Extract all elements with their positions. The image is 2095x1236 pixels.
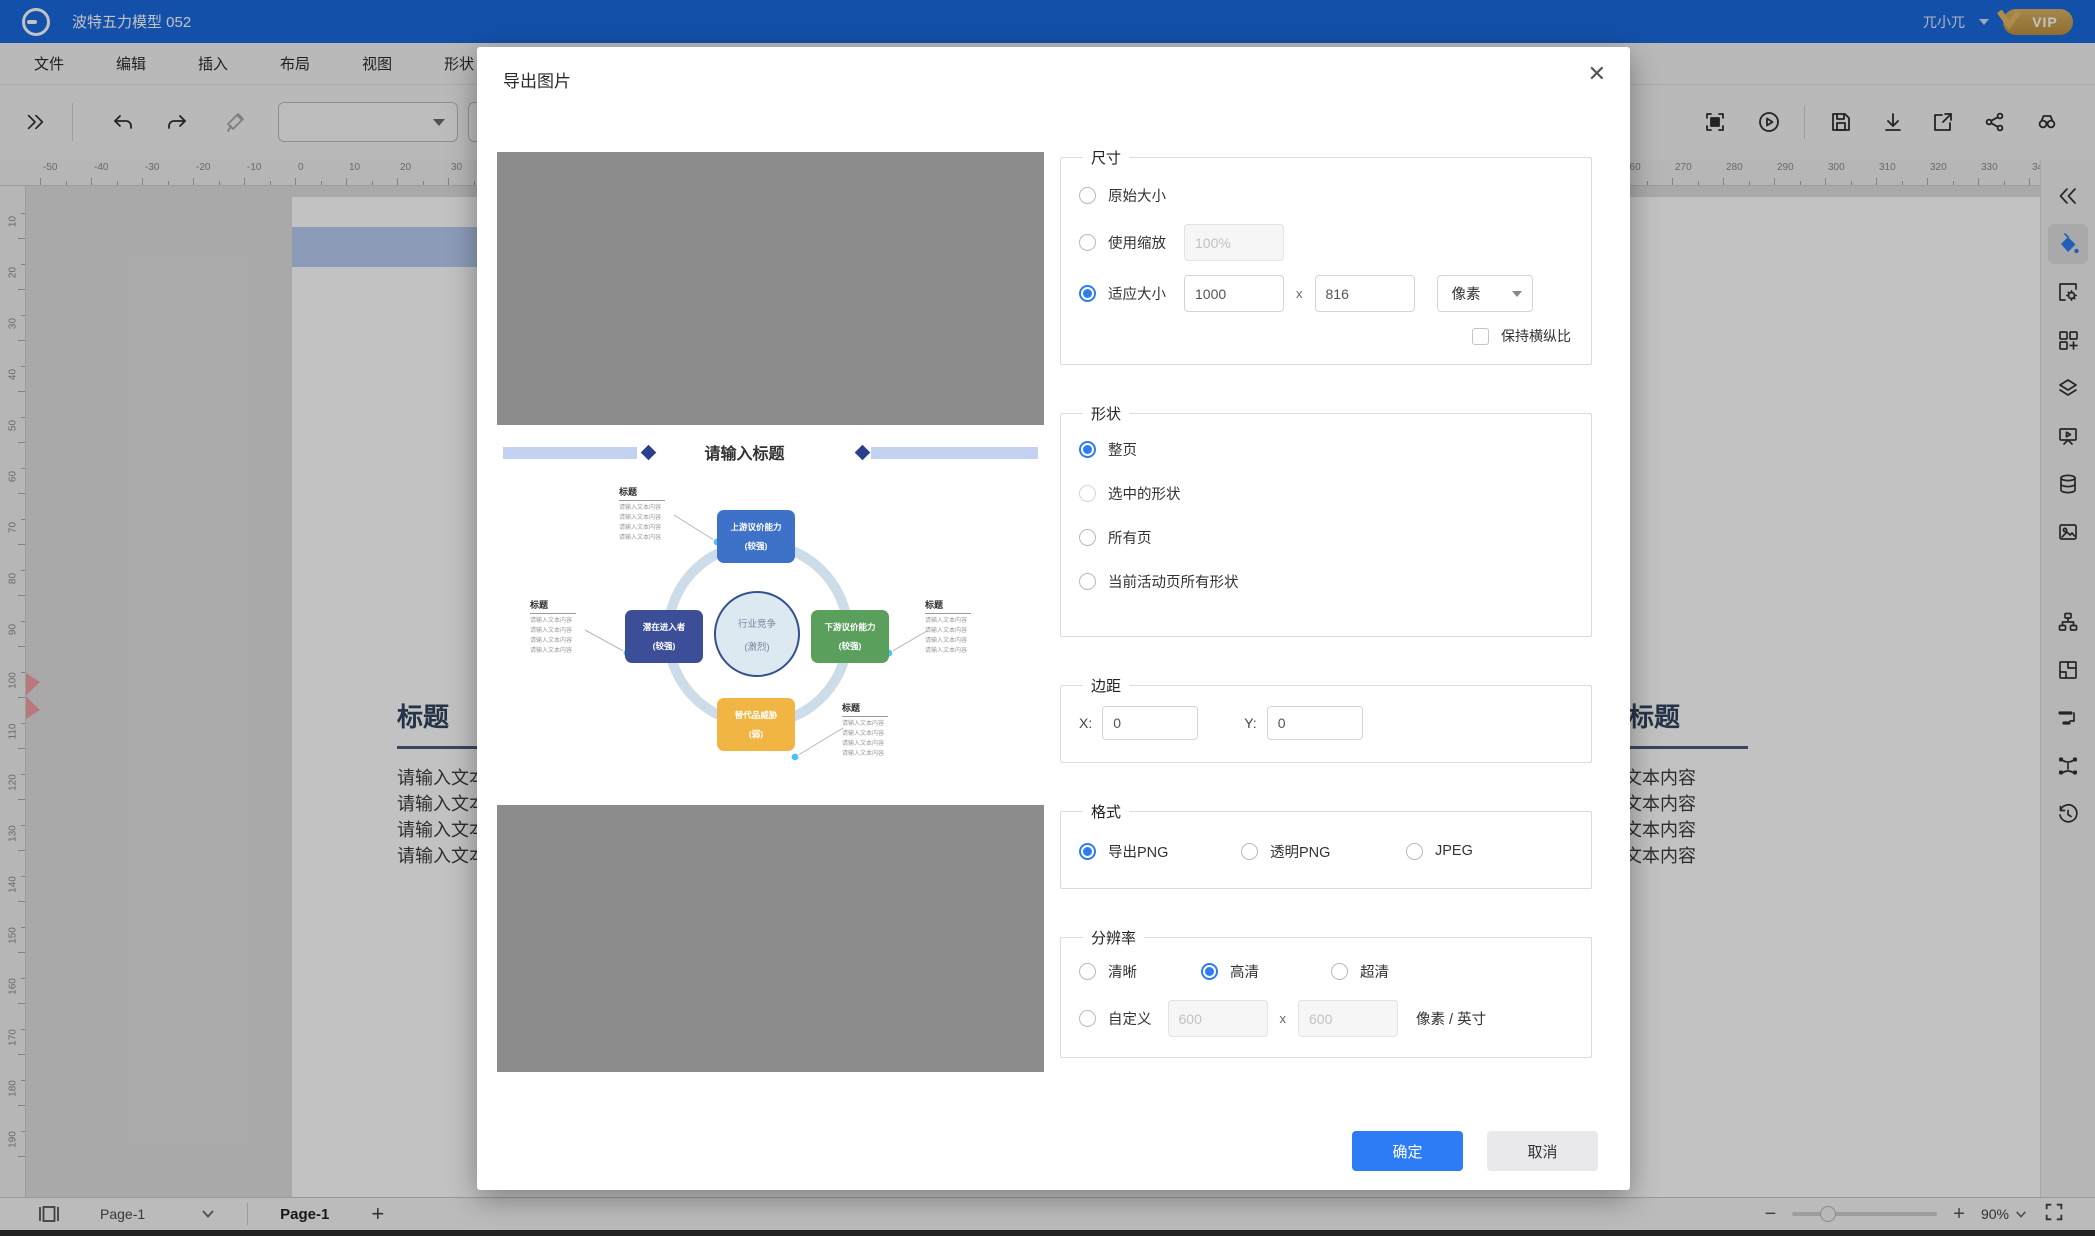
radio-all-shapes-active-page-label: 当前活动页所有形状 <box>1108 571 1239 592</box>
placeholder-text-line: 请输入文本内容 <box>619 524 679 534</box>
radio-fit-size-label: 适应大小 <box>1108 283 1166 304</box>
radio-jpeg-label: JPEG <box>1435 843 1473 859</box>
export-image-dialog: 导出图片 ✕ 请输入标题 <box>477 47 1630 1190</box>
margin-fieldset: 边距 X: Y: <box>1060 675 1592 763</box>
ok-button[interactable]: 确定 <box>1352 1131 1463 1171</box>
size-legend: 尺寸 <box>1083 147 1129 168</box>
width-input[interactable] <box>1184 275 1284 312</box>
placeholder-text-line: 请输入文本内容 <box>619 504 679 514</box>
preview-box-left: 潜在进入者(较强) <box>625 610 703 663</box>
radio-custom-resolution[interactable] <box>1079 1010 1096 1027</box>
radio-all-shapes-active-page[interactable] <box>1079 573 1096 590</box>
radio-selected-shapes[interactable] <box>1079 485 1096 502</box>
app-window: 波特五力模型 052 兀小兀 VIP 文件 编辑 插入 布局 视图 形状 <box>0 0 2095 1236</box>
dialog-title: 导出图片 <box>503 67 571 92</box>
radio-clear[interactable] <box>1079 963 1096 980</box>
radio-uhd[interactable] <box>1331 963 1348 980</box>
radio-use-scale-label: 使用缩放 <box>1108 232 1166 253</box>
placeholder-text-line: 请输入文本内容 <box>925 617 985 627</box>
radio-clear-label: 清晰 <box>1108 961 1137 982</box>
close-icon[interactable]: ✕ <box>1588 63 1606 85</box>
placeholder-text-line: 请输入文本内容 <box>530 647 590 657</box>
shape-fieldset: 形状 整页 选中的形状 所有页 当前活动页所有形状 <box>1060 403 1592 637</box>
custom-dpi-h-input[interactable] <box>1298 1000 1398 1037</box>
placeholder-text-line: 请输入文本内容 <box>842 750 902 760</box>
placeholder-text-line: 请输入文本内容 <box>530 637 590 647</box>
format-legend: 格式 <box>1083 801 1129 822</box>
placeholder-text-line: 请输入文本内容 <box>925 637 985 647</box>
unit-select[interactable]: 像素 <box>1437 275 1533 312</box>
margin-y-input[interactable] <box>1267 706 1363 740</box>
margin-x-label: X: <box>1079 715 1092 731</box>
preview-side-label: 标题 请输入文本内容请输入文本内容请输入文本内容请输入文本内容 <box>619 485 679 544</box>
placeholder-text-line: 请输入文本内容 <box>530 617 590 627</box>
radio-transparent-png[interactable] <box>1241 843 1258 860</box>
radio-uhd-label: 超清 <box>1360 961 1389 982</box>
radio-fit-size[interactable] <box>1079 285 1096 302</box>
radio-hd[interactable] <box>1201 963 1218 980</box>
size-fieldset: 尺寸 原始大小 使用缩放 适应大小 x 像素 <box>1060 147 1592 365</box>
placeholder-text-line: 请输入文本内容 <box>619 534 679 544</box>
preview-side-label: 标题 请输入文本内容请输入文本内容请输入文本内容请输入文本内容 <box>842 701 902 760</box>
resolution-legend: 分辨率 <box>1083 927 1144 948</box>
radio-selected-shapes-label: 选中的形状 <box>1108 483 1181 504</box>
custom-dpi-w-input[interactable] <box>1168 1000 1268 1037</box>
radio-use-scale[interactable] <box>1079 234 1096 251</box>
cancel-button[interactable]: 取消 <box>1487 1131 1598 1171</box>
times-separator: x <box>1296 286 1303 301</box>
radio-whole-page[interactable] <box>1079 441 1096 458</box>
placeholder-text-line: 请输入文本内容 <box>619 514 679 524</box>
radio-custom-resolution-label: 自定义 <box>1108 1008 1152 1029</box>
preview-side-label: 标题 请输入文本内容请输入文本内容请输入文本内容请输入文本内容 <box>530 598 590 657</box>
times-separator: x <box>1280 1011 1287 1026</box>
preview-center-circle: 行业竞争 (激烈) <box>714 591 800 677</box>
unit-select-value: 像素 <box>1452 283 1481 304</box>
margin-legend: 边距 <box>1083 675 1129 696</box>
radio-export-png[interactable] <box>1079 843 1096 860</box>
preview-box-top: 上游议价能力(较强) <box>717 510 795 563</box>
scale-input[interactable] <box>1184 224 1284 261</box>
radio-original-size[interactable] <box>1079 187 1096 204</box>
radio-export-png-label: 导出PNG <box>1108 841 1168 862</box>
radio-original-size-label: 原始大小 <box>1108 185 1166 206</box>
radio-whole-page-label: 整页 <box>1108 439 1137 460</box>
preview-side-label: 标题 请输入文本内容请输入文本内容请输入文本内容请输入文本内容 <box>925 598 985 657</box>
radio-transparent-png-label: 透明PNG <box>1270 841 1330 862</box>
keep-ratio-checkbox[interactable] <box>1472 328 1489 345</box>
format-fieldset: 格式 导出PNG 透明PNG JPEG <box>1060 801 1592 889</box>
export-preview: 请输入标题 行业竞争 (激烈) <box>497 152 1044 1072</box>
placeholder-text-line: 请输入文本内容 <box>842 730 902 740</box>
placeholder-text-line: 请输入文本内容 <box>842 740 902 750</box>
height-input[interactable] <box>1315 275 1415 312</box>
radio-jpeg[interactable] <box>1406 843 1423 860</box>
radio-all-pages-label: 所有页 <box>1108 527 1152 548</box>
keep-ratio-label: 保持横纵比 <box>1501 326 1571 346</box>
placeholder-text-line: 请输入文本内容 <box>842 720 902 730</box>
radio-hd-label: 高清 <box>1230 961 1259 982</box>
preview-box-right: 下游议价能力(较强) <box>811 610 889 663</box>
placeholder-text-line: 请输入文本内容 <box>925 627 985 637</box>
chevron-down-icon <box>1512 291 1522 297</box>
radio-all-pages[interactable] <box>1079 529 1096 546</box>
placeholder-text-line: 请输入文本内容 <box>925 647 985 657</box>
shape-legend: 形状 <box>1083 403 1129 424</box>
export-preview-image: 请输入标题 行业竞争 (激烈) <box>497 425 1044 805</box>
preview-box-bottom: 替代品威胁(弱) <box>717 698 795 751</box>
margin-x-input[interactable] <box>1102 706 1198 740</box>
margin-y-label: Y: <box>1244 715 1256 731</box>
placeholder-text-line: 请输入文本内容 <box>530 627 590 637</box>
resolution-fieldset: 分辨率 清晰 高清 超清 <box>1060 927 1592 1058</box>
dpi-unit-label: 像素 / 英寸 <box>1416 1008 1486 1029</box>
